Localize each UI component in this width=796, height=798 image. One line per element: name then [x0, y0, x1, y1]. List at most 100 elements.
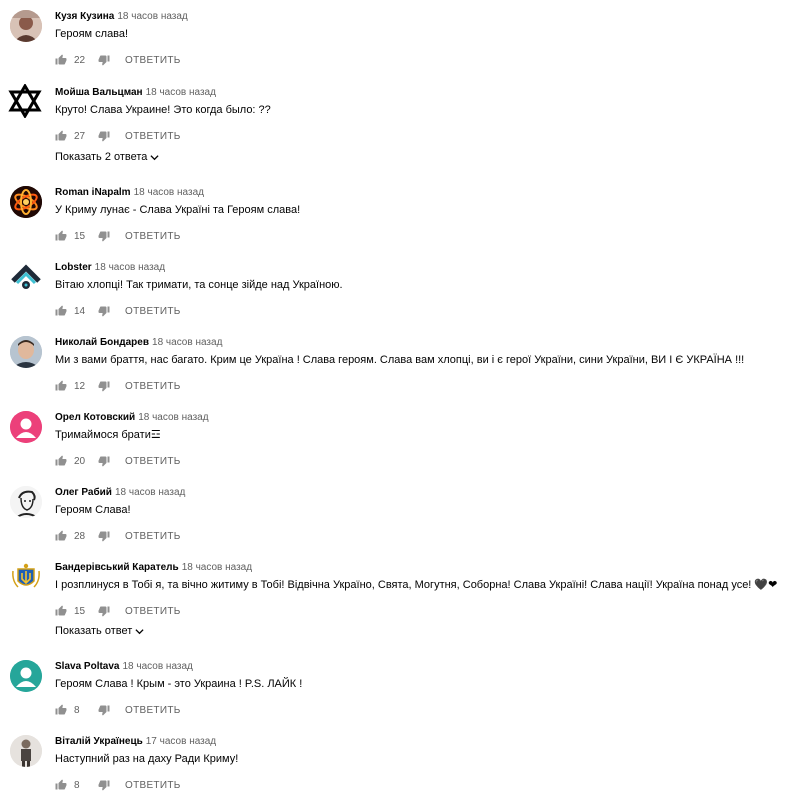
timestamp[interactable]: 18 часов назад: [95, 262, 165, 273]
thumbs-down-icon[interactable]: [98, 230, 110, 242]
timestamp[interactable]: 18 часов назад: [182, 562, 252, 573]
like-count: 8: [74, 704, 80, 716]
thumbs-down-icon[interactable]: [98, 54, 110, 66]
author-name[interactable]: Николай Бондарев: [55, 337, 149, 348]
timestamp[interactable]: 18 часов назад: [152, 337, 222, 348]
thumbs-down-icon[interactable]: [98, 380, 110, 392]
thumbs-up-icon[interactable]: [55, 455, 67, 467]
comment-header: Николай Бондарев 18 часов назад: [55, 336, 222, 349]
like-count: 22: [74, 54, 86, 66]
comment-actions: 8 ОТВЕТИТЬ: [55, 777, 181, 793]
thumbs-up-icon[interactable]: [55, 130, 67, 142]
author-name[interactable]: Олег Рабий: [55, 487, 112, 498]
reply-button[interactable]: ОТВЕТИТЬ: [125, 606, 181, 617]
chevron-eye-icon: [10, 261, 42, 293]
comment-header: Бандерівський Каратель 18 часов назад: [55, 561, 252, 574]
comment-item: Николай Бондарев 18 часов назад Ми з вами…: [0, 326, 796, 401]
thumbs-down-icon[interactable]: [98, 130, 110, 142]
author-name[interactable]: Мойша Вальцман: [55, 87, 143, 98]
avatar[interactable]: [10, 336, 42, 368]
comment-text: Наступний раз на даху Ради Криму!: [55, 753, 239, 765]
comment-item: Бандерівський Каратель 18 часов назад І р…: [0, 551, 796, 651]
comment-header: Орел Котовский 18 часов назад: [55, 411, 209, 424]
reply-button[interactable]: ОТВЕТИТЬ: [125, 456, 181, 467]
author-name[interactable]: Бандерівський Каратель: [55, 562, 179, 573]
reply-button[interactable]: ОТВЕТИТЬ: [125, 780, 181, 791]
reply-button[interactable]: ОТВЕТИТЬ: [125, 531, 181, 542]
thumbs-up-icon[interactable]: [55, 704, 67, 716]
thumbs-down-icon[interactable]: [98, 605, 110, 617]
like-count: 14: [74, 305, 86, 317]
avatar[interactable]: [10, 486, 42, 518]
reply-button[interactable]: ОТВЕТИТЬ: [125, 381, 181, 392]
reply-button[interactable]: ОТВЕТИТЬ: [125, 55, 181, 66]
thumbs-down-icon[interactable]: [98, 530, 110, 542]
comment-header: Slava Poltava 18 часов назад: [55, 660, 193, 673]
author-name[interactable]: Roman iNapalm: [55, 187, 131, 198]
comment-item: Slava Poltava 18 часов назад Героям Слава…: [0, 650, 796, 725]
timestamp[interactable]: 18 часов назад: [138, 412, 208, 423]
avatar[interactable]: [10, 261, 42, 293]
comment-actions: 20 ОТВЕТИТЬ: [55, 453, 181, 469]
thumbs-up-icon[interactable]: [55, 605, 67, 617]
comment-item: Орел Котовский 18 часов назад Тримаймося …: [0, 401, 796, 476]
comment-text: Тримаймося брати☲: [55, 429, 161, 441]
reply-button[interactable]: ОТВЕТИТЬ: [125, 231, 181, 242]
comment-header: Олег Рабий 18 часов назад: [55, 486, 185, 499]
author-name[interactable]: Slava Poltava: [55, 661, 119, 672]
like-count: 15: [74, 230, 86, 242]
thumbs-up-icon[interactable]: [55, 54, 67, 66]
author-name[interactable]: Віталій Українець: [55, 736, 143, 747]
timestamp[interactable]: 18 часов назад: [134, 187, 204, 198]
photo-avatar-icon: [10, 336, 42, 368]
avatar[interactable]: [10, 10, 42, 42]
show-replies-button[interactable]: Показать 2 ответа: [55, 151, 159, 163]
comment-header: Кузя Кузина 18 часов назад: [55, 10, 188, 23]
reply-button[interactable]: ОТВЕТИТЬ: [125, 705, 181, 716]
avatar[interactable]: [8, 84, 42, 118]
like-count: 8: [74, 779, 80, 791]
comment-text: Ми з вами браття, нас багато. Крим це Ук…: [55, 354, 745, 366]
comment-text: Вітаю хлопці! Так тримати, та сонце зійд…: [55, 279, 343, 291]
comment-item: Олег Рабий 18 часов назад Героям Слава! 2…: [0, 476, 796, 551]
show-replies-button[interactable]: Показать ответ: [55, 625, 144, 637]
timestamp[interactable]: 18 часов назад: [115, 487, 185, 498]
star-of-david-icon: [8, 84, 42, 118]
thumbs-down-icon[interactable]: [98, 779, 110, 791]
thumbs-up-icon[interactable]: [55, 380, 67, 392]
author-name[interactable]: Кузя Кузина: [55, 11, 114, 22]
show-replies-label: Показать 2 ответа: [55, 151, 148, 163]
avatar[interactable]: [10, 735, 42, 767]
show-replies-label: Показать ответ: [55, 625, 133, 637]
timestamp[interactable]: 18 часов назад: [122, 661, 192, 672]
comment-actions: 28 ОТВЕТИТЬ: [55, 528, 181, 544]
comment-actions: 15 ОТВЕТИТЬ: [55, 228, 181, 244]
avatar[interactable]: [10, 660, 42, 692]
ukraine-coat-of-arms-icon: [10, 561, 42, 593]
author-name[interactable]: Орел Котовский: [55, 412, 135, 423]
comment-actions: 22 ОТВЕТИТЬ: [55, 52, 181, 68]
thumbs-up-icon[interactable]: [55, 530, 67, 542]
avatar[interactable]: [10, 186, 42, 218]
comment-text: Героям Слава ! Крым - это Украина ! P.S.…: [55, 678, 303, 690]
comment-header: Мойша Вальцман 18 часов назад: [55, 86, 216, 99]
reply-button[interactable]: ОТВЕТИТЬ: [125, 131, 181, 142]
timestamp[interactable]: 18 часов назад: [117, 11, 187, 22]
timestamp[interactable]: 17 часов назад: [146, 736, 216, 747]
avatar[interactable]: [10, 561, 42, 593]
chevron-down-icon: [150, 154, 159, 160]
avatar[interactable]: [10, 411, 42, 443]
comment-actions: 15 ОТВЕТИТЬ: [55, 603, 181, 619]
thumbs-down-icon[interactable]: [98, 305, 110, 317]
timestamp[interactable]: 18 часов назад: [146, 87, 216, 98]
thumbs-down-icon[interactable]: [98, 455, 110, 467]
author-name[interactable]: Lobster: [55, 262, 92, 273]
thumbs-down-icon[interactable]: [98, 704, 110, 716]
comment-text: І розплинуся в Тобі я, та вічно житиму в…: [55, 579, 778, 591]
comment-item: Віталій Українець 17 часов назад Наступни…: [0, 725, 796, 798]
thumbs-up-icon[interactable]: [55, 230, 67, 242]
thumbs-up-icon[interactable]: [55, 779, 67, 791]
chevron-down-icon: [135, 628, 144, 634]
reply-button[interactable]: ОТВЕТИТЬ: [125, 306, 181, 317]
thumbs-up-icon[interactable]: [55, 305, 67, 317]
